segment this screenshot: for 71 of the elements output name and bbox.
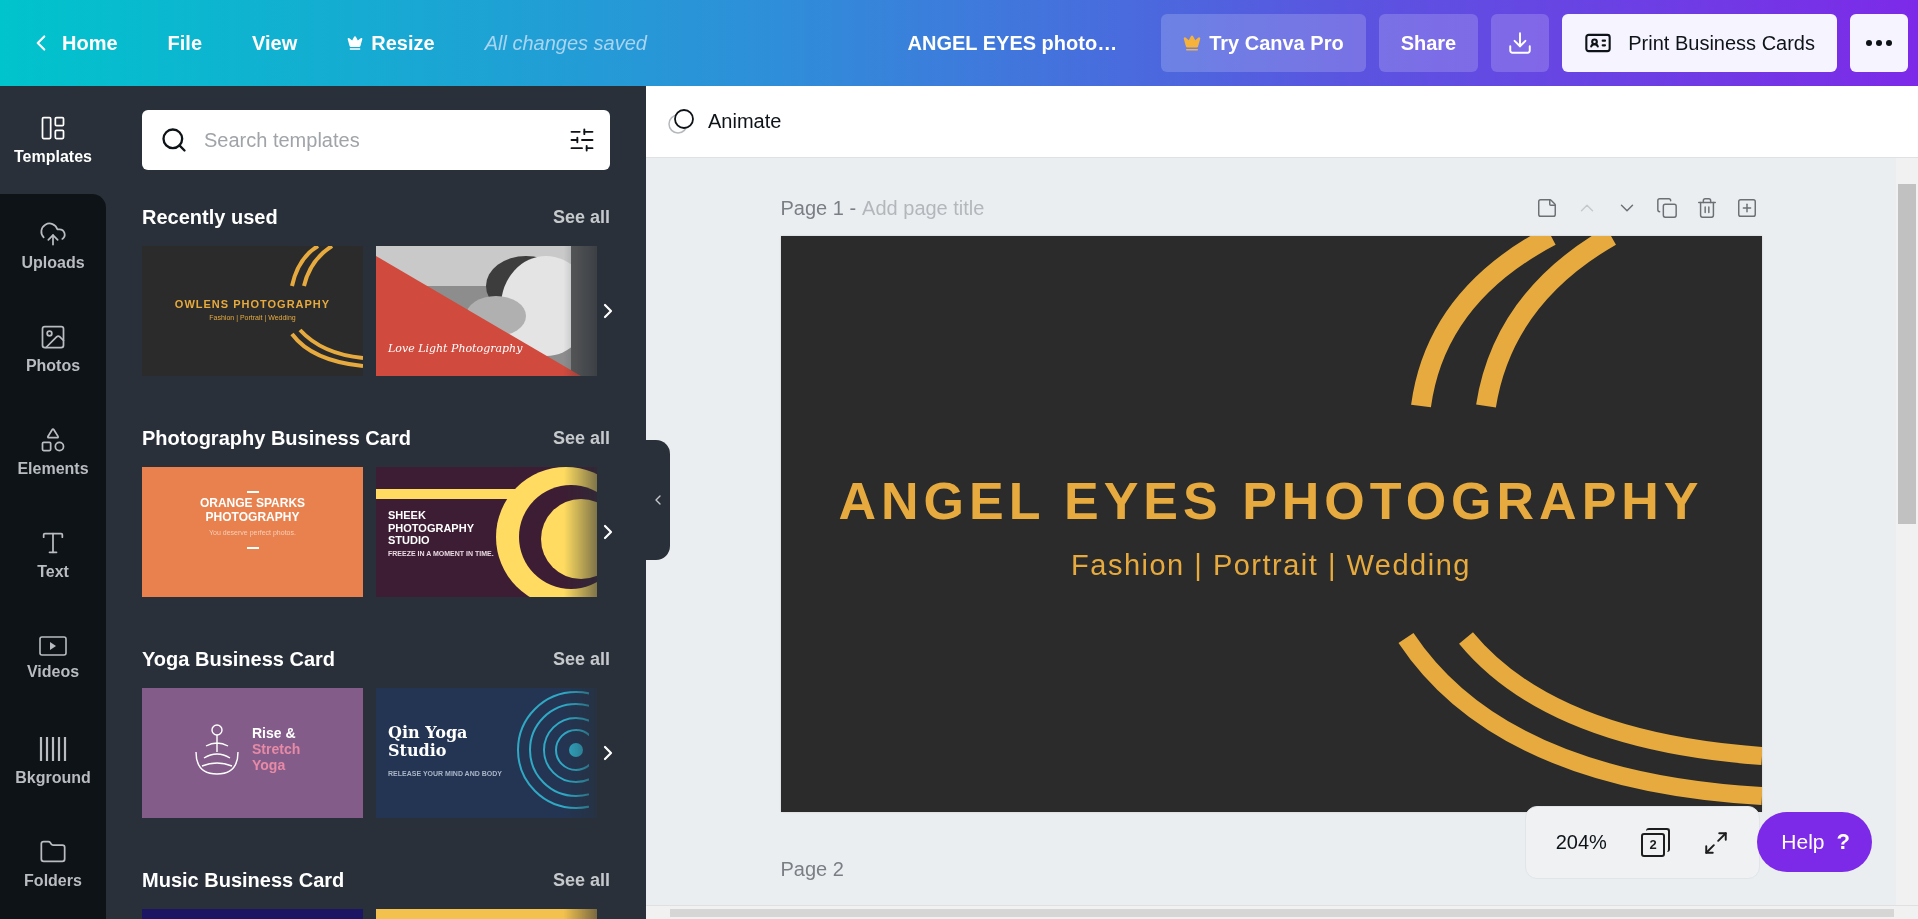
sidebar-tab[interactable]: Text xyxy=(0,503,106,606)
crown-icon xyxy=(1183,34,1202,52)
delete-button[interactable] xyxy=(1695,197,1718,219)
save-status: All changes saved xyxy=(484,31,647,55)
share-button[interactable]: Share xyxy=(1378,14,1479,72)
fullscreen-button[interactable] xyxy=(1703,829,1730,856)
zoom-level-button[interactable]: 204% xyxy=(1555,831,1607,854)
thumbnail-title: OWLENS PHOTOGRAPHY xyxy=(174,298,331,311)
section-title: Yoga Business Card xyxy=(142,647,336,671)
section-title: Photography Business Card xyxy=(142,426,411,450)
search-field[interactable]: Search templates xyxy=(142,110,610,170)
collapse-panel-button[interactable] xyxy=(646,440,670,560)
filter-icon[interactable] xyxy=(568,126,596,154)
design-title[interactable]: ANGEL EYES PHOTOGRAPHY xyxy=(838,470,1704,531)
sidebar-tab[interactable]: Folders xyxy=(0,812,106,915)
print-button[interactable]: Print Business Cards xyxy=(1562,14,1837,72)
rule-line xyxy=(246,491,259,493)
download-button[interactable] xyxy=(1491,14,1550,72)
rule-line xyxy=(246,546,259,549)
copy-icon xyxy=(1655,197,1678,219)
add-page-icon xyxy=(1735,197,1758,219)
meditation-icon xyxy=(192,722,242,776)
page-label: Page 2 xyxy=(780,858,844,880)
sidebar-tab[interactable]: Elements xyxy=(0,400,106,503)
template-thumbnail[interactable]: Love Light Photography xyxy=(376,246,597,376)
business-card-design[interactable]: ANGEL EYES PHOTOGRAPHY Fashion | Portrait | Wedding xyxy=(780,236,1762,812)
note-icon xyxy=(1535,197,1558,219)
animate-button[interactable]: Animate xyxy=(666,107,782,136)
help-button[interactable]: Help ? xyxy=(1757,812,1872,872)
sidebar-tab[interactable]: Videos xyxy=(0,606,106,709)
animate-icon xyxy=(666,107,696,136)
see-all-link[interactable]: See all xyxy=(552,427,610,449)
expand-icon xyxy=(1703,829,1730,856)
note-button[interactable] xyxy=(1535,197,1558,219)
thumbnail-title-line: Rise & xyxy=(252,724,297,741)
stripes-icon xyxy=(39,734,67,763)
see-all-link[interactable]: See all xyxy=(552,206,610,228)
section-title: Music Business Card xyxy=(142,868,345,892)
page-title-field[interactable]: Add page title xyxy=(862,196,1013,220)
try-pro-button[interactable]: Try Canva Pro xyxy=(1161,14,1366,72)
sidebar-tab[interactable]: Photos xyxy=(0,297,106,400)
scrollbar[interactable] xyxy=(1896,158,1918,905)
design-subtitle[interactable]: Fashion | Portrait | Wedding xyxy=(1071,548,1471,582)
video-icon xyxy=(39,634,67,657)
trash-icon xyxy=(1695,197,1718,219)
see-all-link[interactable]: See all xyxy=(552,648,610,670)
crown-icon xyxy=(347,35,364,51)
duplicate-button[interactable] xyxy=(1655,197,1678,219)
more-button[interactable] xyxy=(1850,14,1908,72)
thumbnail-title: Love Light Photography xyxy=(388,343,523,356)
see-all-link[interactable]: See all xyxy=(552,869,610,891)
scrollbar-thumb[interactable] xyxy=(1898,184,1916,524)
thumbnail-title: ORANGE SPARKS PHOTOGRAPHY xyxy=(198,497,307,525)
more-icon xyxy=(1866,40,1892,46)
sidebar-tab[interactable]: Uploads xyxy=(0,194,106,297)
page-label: Page 1 - xyxy=(780,196,857,220)
scrollbar-thumb[interactable] xyxy=(670,908,1894,917)
templates-icon xyxy=(39,114,67,142)
add-page-button[interactable] xyxy=(1735,197,1758,219)
scrollbar[interactable] xyxy=(646,905,1918,919)
search-icon xyxy=(160,126,188,154)
template-thumbnail[interactable]: Rise & Stretch Yoga xyxy=(142,688,363,818)
thumbnail-title-line: Yoga xyxy=(252,757,287,774)
document-title[interactable]: ANGEL EYES photo… xyxy=(907,31,1118,55)
section-title: Recently used xyxy=(142,205,278,229)
thumbnail-title: Qin Yoga Studio xyxy=(388,724,468,761)
sidebar-tab[interactable]: Bkground xyxy=(0,709,106,812)
thumbnail-title-line: Stretch xyxy=(252,740,301,758)
thumbnail-title: SHEEK PHOTOGRAPHY STUDIO xyxy=(388,509,475,547)
download-icon xyxy=(1507,30,1534,56)
shapes-icon xyxy=(39,425,67,454)
